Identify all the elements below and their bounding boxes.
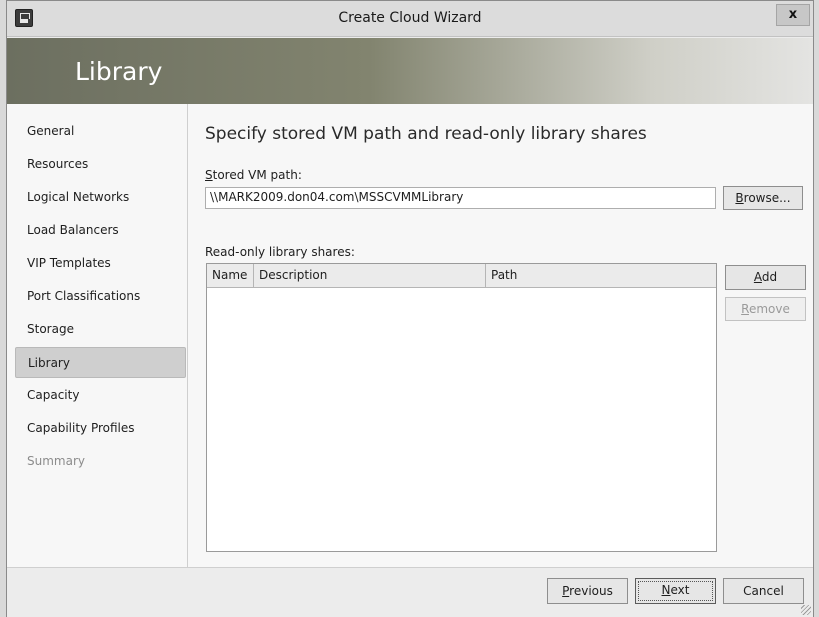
nav-item-resources[interactable]: Resources [15,149,186,180]
nav-item-logical-networks[interactable]: Logical Networks [15,182,186,213]
remove-button-accel: R [741,302,749,316]
nav-item-capability-profiles[interactable]: Capability Profiles [15,413,186,444]
nav-item-library[interactable]: Library [15,347,186,378]
previous-button[interactable]: Previous [547,578,628,604]
add-button[interactable]: Add [725,265,806,290]
next-button-accel: N [661,583,671,597]
page-title: Library [75,57,163,86]
remove-button-rest: emove [748,302,790,316]
next-button-rest: ext [670,583,690,597]
close-button[interactable]: x [776,4,810,26]
column-header-description[interactable]: Description [254,264,486,288]
nav-item-port-classifications[interactable]: Port Classifications [15,281,186,312]
window-title: Create Cloud Wizard [338,10,482,26]
stored-vm-path-label-rest: tored VM path: [212,168,302,182]
resize-grip[interactable] [801,605,811,615]
wizard-header: Library [7,38,813,104]
step-heading: Specify stored VM path and read-only lib… [205,124,647,144]
nav-item-general[interactable]: General [15,116,186,147]
cancel-button[interactable]: Cancel [723,578,804,604]
title-bar[interactable]: Create Cloud Wizard x [7,1,813,37]
wizard-step-nav: General Resources Logical Networks Load … [7,104,188,567]
nav-item-capacity[interactable]: Capacity [15,380,186,411]
wizard-footer: Previous Next Cancel [7,567,813,617]
nav-item-load-balancers[interactable]: Load Balancers [15,215,186,246]
nav-item-summary: Summary [27,454,85,468]
browse-button[interactable]: Browse... [723,186,803,210]
column-header-path[interactable]: Path [486,264,716,288]
nav-item-storage[interactable]: Storage [15,314,186,345]
nav-item-vip-templates[interactable]: VIP Templates [15,248,186,279]
next-button[interactable]: Next [635,578,716,604]
wizard-body: General Resources Logical Networks Load … [7,104,813,567]
add-button-rest: dd [761,270,778,284]
browse-button-rest: rowse... [743,191,791,205]
remove-button: Remove [725,297,806,321]
stored-vm-path-label: Stored VM path: [205,168,302,182]
create-cloud-wizard-window: Create Cloud Wizard x Library General Re… [6,0,814,617]
browse-button-accel: B [735,191,744,205]
column-header-name[interactable]: Name [207,264,254,288]
table-header: Name Description Path [207,264,716,288]
stored-vm-path-label-accel: S [205,168,213,182]
read-only-shares-label: Read-only library shares: [205,245,355,259]
previous-button-rest: revious [569,584,613,598]
main-panel: Specify stored VM path and read-only lib… [189,104,813,567]
stored-vm-path-field[interactable]: \\MARK2009.don04.com\MSSCVMMLibrary [205,187,716,209]
add-button-accel: A [753,270,762,284]
library-shares-table[interactable]: Name Description Path [206,263,717,552]
